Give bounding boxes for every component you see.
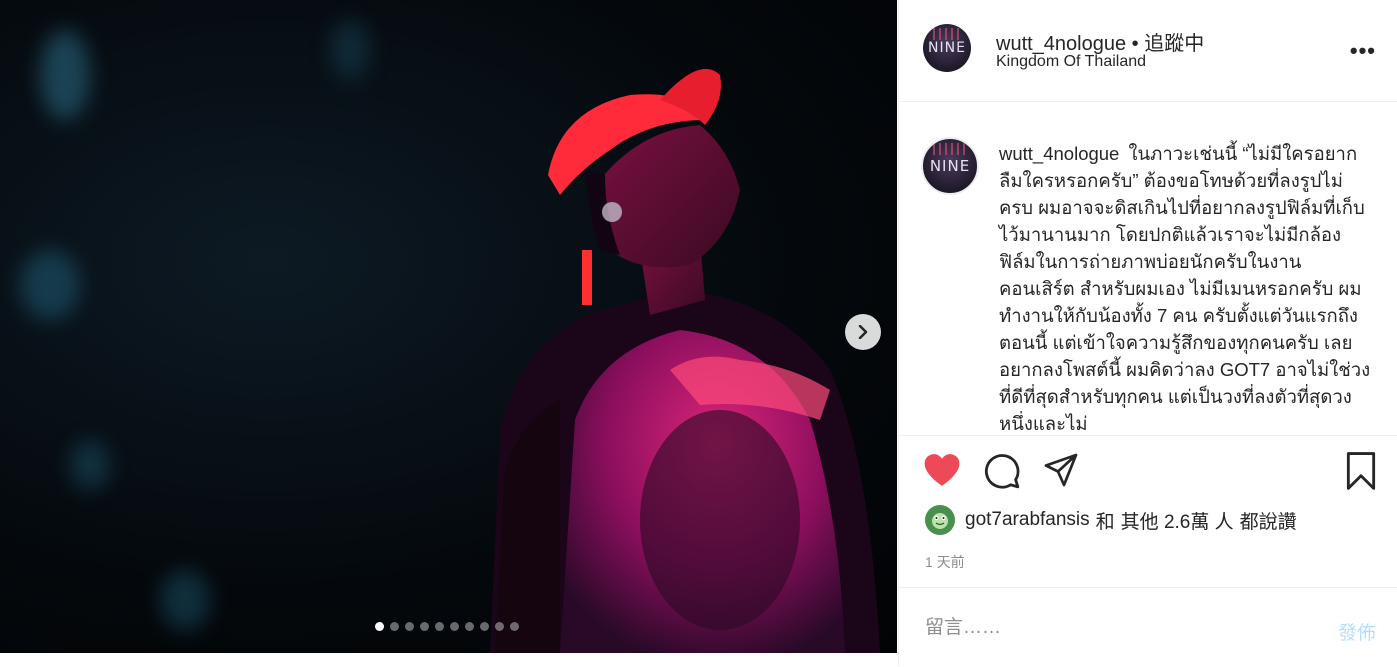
avatar-text: NINE [929,157,971,175]
avatar-decoration [933,143,967,155]
share-button[interactable] [1043,452,1079,493]
liker-username-link[interactable]: got7arabfansis [965,509,1090,531]
more-options-button[interactable]: ••• [1350,38,1376,64]
post-comment-button[interactable]: 發佈 [1338,618,1376,645]
header-user-line: wutt_4nologue • 追蹤中 [996,27,1204,56]
post-timestamp[interactable]: 1 天前 [925,552,965,572]
comment-button[interactable] [983,452,1021,495]
post-header: NINE wutt_4nologue • 追蹤中 Kingdom Of Thai… [899,0,1397,102]
likes-summary: got7arabfansis 和 其他 2.6萬 人 都說讚 [925,505,1297,535]
carousel-dot [510,622,519,631]
carousel-dot [480,622,489,631]
person-silhouette [490,68,880,653]
carousel-dot [465,622,474,631]
caption: wutt_4nologue ในภาวะเช่นนี้ “ไม่มีใครอยา… [999,140,1374,435]
comment-form: 發佈 [899,587,1397,667]
username-link[interactable]: wutt_4nologue [996,33,1126,55]
likes-conjunction: 和 [1095,511,1115,533]
save-button[interactable] [1345,452,1377,495]
carousel-dot [390,622,399,631]
avatar-decoration [933,28,961,40]
next-photo-button[interactable] [845,314,881,350]
carousel-indicator [375,622,519,631]
likes-suffix: 都說讚 [1239,511,1297,533]
carousel-dot [375,622,384,631]
like-button[interactable] [923,452,961,493]
location-link[interactable]: Kingdom Of Thailand [996,53,1146,71]
share-icon [1044,453,1078,487]
frog-avatar-icon [932,513,948,529]
likes-count-link[interactable]: 其他 2.6萬 人 [1121,507,1234,534]
action-bar [899,446,1397,498]
comment-icon [984,454,1020,489]
post-side-panel: NINE wutt_4nologue • 追蹤中 Kingdom Of Thai… [898,0,1397,666]
caption-text: ในภาวะเช่นนี้ “ไม่มีใครอยากลืมใครหรอกครั… [999,143,1371,434]
avatar[interactable]: NINE [923,24,971,72]
caption-scroll-area[interactable]: NINE wutt_4nologue ในภาวะเช่นนี้ “ไม่มีใ… [899,102,1397,436]
chevron-right-icon [858,325,868,339]
carousel-dot [420,622,429,631]
avatar-text: NINE [928,40,966,56]
carousel-dot [405,622,414,631]
avatar[interactable]: NINE [921,137,979,195]
follow-status[interactable]: • 追蹤中 [1132,33,1205,55]
carousel-dot [450,622,459,631]
bookmark-icon [1346,452,1376,490]
avatar[interactable] [925,505,955,535]
heart-icon [924,454,960,486]
caption-username-link[interactable]: wutt_4nologue [999,143,1119,164]
post-photo[interactable] [0,0,897,653]
photo-gap [0,653,897,666]
carousel-dot [495,622,504,631]
comment-input[interactable] [923,616,1307,640]
carousel-dot [435,622,444,631]
